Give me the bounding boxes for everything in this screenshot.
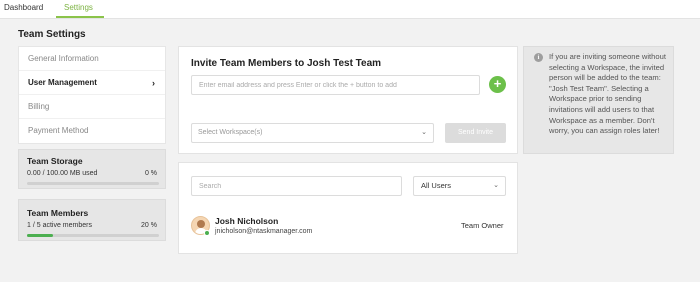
member-search-input[interactable] <box>191 176 402 196</box>
team-storage-card: Team Storage 0.00 / 100.00 MB used 0 % <box>18 149 166 189</box>
sidebar-item-general-information[interactable]: General Information <box>19 47 165 71</box>
workspace-select[interactable]: Select Workspace(s) ⌄ <box>191 123 434 143</box>
team-storage-percent: 0 % <box>144 170 157 177</box>
send-invite-button[interactable]: Send Invite <box>445 123 506 143</box>
tab-settings[interactable]: Settings <box>64 3 93 12</box>
info-text: If you are inviting someone without sele… <box>549 52 666 136</box>
info-icon: i <box>534 53 543 62</box>
workspace-info-box: i If you are inviting someone without se… <box>523 46 674 154</box>
invite-card: Invite Team Members to Josh Test Team + … <box>178 46 518 154</box>
invite-title: Invite Team Members to Josh Test Team <box>191 58 382 69</box>
member-name: Josh Nicholson <box>215 216 279 226</box>
team-members-percent: 20 % <box>141 222 157 229</box>
invite-email-input[interactable] <box>191 75 480 95</box>
avatar-head <box>197 220 205 228</box>
chevron-down-icon: ⌄ <box>493 182 499 189</box>
chevron-down-icon: ⌄ <box>421 129 427 136</box>
team-members-progress-track <box>27 234 159 237</box>
team-members-progress-fill <box>27 234 54 237</box>
sidebar-item-label: User Management <box>28 78 97 87</box>
team-members-usage: 1 / 5 active members <box>27 222 92 229</box>
team-storage-usage: 0.00 / 100.00 MB used <box>27 170 98 177</box>
workspace-select-placeholder: Select Workspace(s) <box>198 129 263 136</box>
sidebar-item-payment-method[interactable]: Payment Method <box>19 119 165 143</box>
user-filter-value: All Users <box>421 181 452 190</box>
active-tab-indicator <box>56 16 104 18</box>
team-storage-progress-track <box>27 182 159 185</box>
member-role[interactable]: Team Owner <box>461 221 504 230</box>
chevron-right-icon: › <box>152 78 155 88</box>
page-title: Team Settings <box>18 29 86 40</box>
team-members-card: Team Members 1 / 5 active members 20 % <box>18 199 166 241</box>
add-email-button[interactable]: + <box>489 76 506 93</box>
sidebar-item-user-management[interactable]: User Management › <box>19 71 165 95</box>
top-tab-bar: Dashboard Settings <box>0 0 700 19</box>
team-members-title: Team Members <box>27 208 89 218</box>
team-storage-title: Team Storage <box>27 156 83 166</box>
settings-side-menu: General Information User Management › Bi… <box>18 46 166 144</box>
sidebar-item-billing[interactable]: Billing <box>19 95 165 119</box>
online-status-icon <box>204 230 210 236</box>
member-email: jnicholson@ntaskmanager.com <box>215 228 313 235</box>
members-card: All Users ⌄ Josh Nicholson jnicholson@nt… <box>178 162 518 254</box>
user-filter-select[interactable]: All Users ⌄ <box>413 176 506 196</box>
tab-dashboard[interactable]: Dashboard <box>4 3 43 12</box>
